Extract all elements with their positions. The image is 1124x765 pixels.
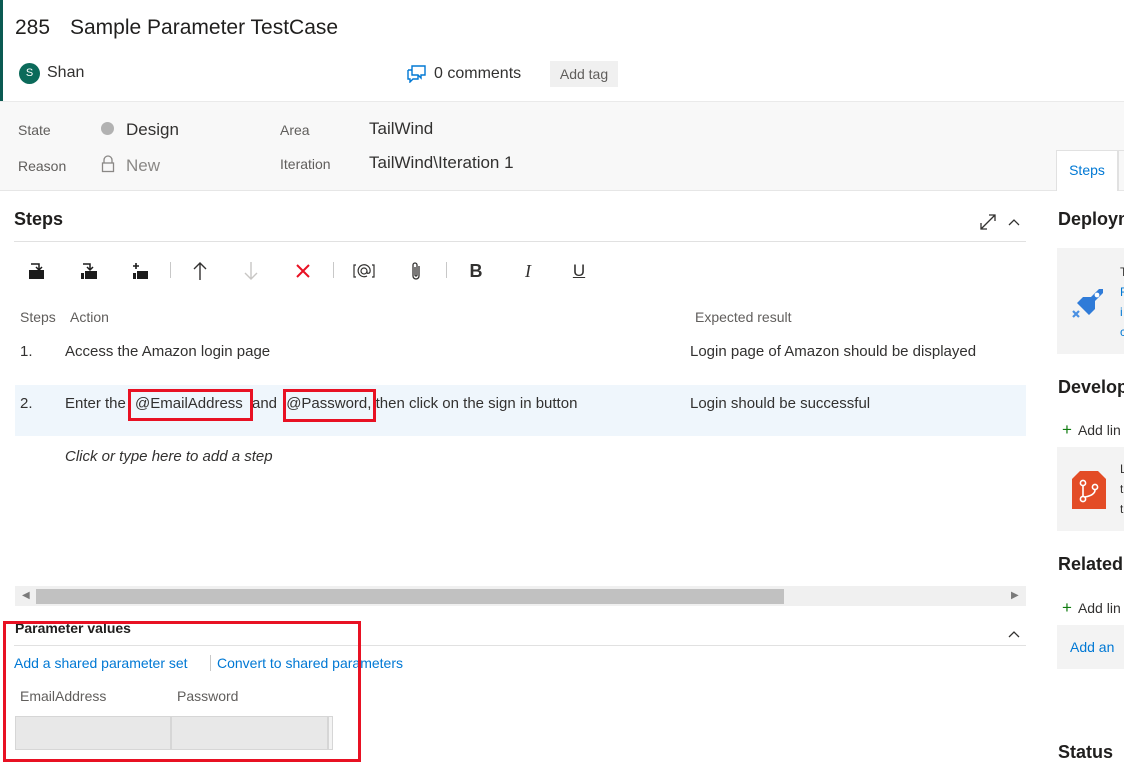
toolbar-separator xyxy=(446,262,447,278)
attachment-button[interactable] xyxy=(403,258,429,284)
area-value[interactable]: TailWind xyxy=(369,119,433,139)
development-card-letter: t xyxy=(1120,482,1124,496)
development-section-title: Develop xyxy=(1058,377,1124,397)
iteration-value[interactable]: TailWind\Iteration 1 xyxy=(369,153,514,173)
expand-icon[interactable] xyxy=(979,213,997,231)
add-link-related[interactable]: + Add lin xyxy=(1062,598,1121,618)
avatar[interactable]: S xyxy=(19,63,40,84)
area-label: Area xyxy=(280,122,310,138)
deployment-card-letter: F xyxy=(1120,285,1124,299)
azure-pipelines-rocket-icon xyxy=(1072,289,1103,318)
create-shared-steps-button[interactable] xyxy=(127,258,153,284)
scroll-right-icon[interactable]: ▶ xyxy=(1011,590,1019,601)
insert-step-button[interactable] xyxy=(24,258,50,284)
delete-step-button[interactable] xyxy=(290,258,316,284)
step-expected-result[interactable]: Login page of Amazon should be displayed xyxy=(690,343,976,360)
column-header-action: Action xyxy=(70,309,109,325)
highlight-box-parameters xyxy=(3,621,361,762)
arrow-down-icon xyxy=(244,262,258,280)
reason-value: New xyxy=(126,156,161,175)
iteration-label: Iteration xyxy=(280,156,331,172)
comments-count[interactable]: 0 comments xyxy=(434,65,521,83)
status-section-title: Status xyxy=(1058,742,1114,762)
steps-section-title: Steps xyxy=(14,209,64,229)
column-header-expected: Expected result xyxy=(695,309,792,325)
development-card-letter: L xyxy=(1120,462,1124,476)
paperclip-icon xyxy=(412,262,420,280)
toolbar-separator xyxy=(170,262,171,278)
plus-icon: + xyxy=(1062,420,1072,439)
comments-icon[interactable] xyxy=(406,65,427,83)
move-step-up-button[interactable] xyxy=(187,258,213,284)
tab-steps[interactable]: Steps xyxy=(1056,150,1118,191)
insert-step-icon xyxy=(29,263,44,279)
parameter-icon xyxy=(353,264,375,278)
move-step-down-button[interactable] xyxy=(238,258,264,284)
deployment-card-letter: T xyxy=(1120,265,1124,279)
step-number: 2. xyxy=(20,395,33,412)
collapse-parameters-icon[interactable] xyxy=(1008,629,1020,639)
add-link-development[interactable]: + Add lin xyxy=(1062,420,1121,440)
highlight-box-email-param xyxy=(128,389,253,421)
scroll-left-icon[interactable]: ◀ xyxy=(22,590,30,601)
fields-band xyxy=(0,101,1124,191)
arrow-up-icon xyxy=(193,262,207,280)
delete-x-icon xyxy=(296,264,310,278)
deployment-card-letter: c xyxy=(1120,325,1124,339)
highlight-box-password-param xyxy=(283,389,376,422)
step-action-text: , then click on the sign in button xyxy=(367,395,578,412)
collapse-steps-icon[interactable] xyxy=(1008,217,1020,227)
deployment-section-title: Deploym xyxy=(1058,209,1124,229)
insert-parameter-button[interactable] xyxy=(351,258,377,284)
plus-icon: + xyxy=(1062,598,1072,617)
toolbar-separator xyxy=(333,262,334,278)
add-step-placeholder[interactable]: Click or type here to add a step xyxy=(65,448,273,465)
underline-button[interactable]: U xyxy=(566,258,592,284)
work-item-id: 285 xyxy=(15,16,51,39)
add-tag-button[interactable]: Add tag xyxy=(550,61,618,87)
assignee-name[interactable]: Shan xyxy=(47,64,84,82)
work-item-header: 285 Sample Parameter TestCase S Shan 0 c… xyxy=(0,0,1124,101)
create-shared-steps-icon xyxy=(133,263,148,279)
step-action[interactable]: Access the Amazon login page xyxy=(65,343,270,360)
state-label: State xyxy=(18,122,51,138)
bold-button[interactable]: B xyxy=(463,258,489,284)
insert-shared-steps-button[interactable] xyxy=(76,258,102,284)
step-action-text: Enter the xyxy=(65,395,131,412)
tab-next[interactable] xyxy=(1118,150,1124,191)
related-section-title: Related xyxy=(1058,554,1124,574)
italic-button[interactable]: I xyxy=(515,258,541,284)
column-header-steps: Steps xyxy=(20,309,56,325)
development-card-letter: t xyxy=(1120,502,1124,516)
italic-icon: I xyxy=(525,260,531,281)
step-expected-result[interactable]: Login should be successful xyxy=(690,395,870,412)
scrollbar-thumb[interactable] xyxy=(36,589,784,604)
add-link-label: Add lin xyxy=(1077,422,1121,438)
deployment-card-letter: i xyxy=(1120,305,1123,319)
lock-icon xyxy=(101,155,115,173)
git-branch-icon xyxy=(1072,471,1106,509)
underline-icon: U xyxy=(572,261,586,280)
state-indicator-icon xyxy=(101,122,114,135)
reason-label: Reason xyxy=(18,158,67,174)
bold-icon: B xyxy=(469,260,483,281)
state-value[interactable]: Design xyxy=(126,120,179,140)
step-number: 1. xyxy=(20,343,33,360)
add-link-label: Add lin xyxy=(1077,600,1121,616)
work-item-title[interactable]: Sample Parameter TestCase xyxy=(70,16,338,40)
add-an-existing-link[interactable]: Add an xyxy=(1070,639,1114,655)
insert-shared-steps-icon xyxy=(81,263,97,279)
steps-divider xyxy=(14,241,1026,242)
